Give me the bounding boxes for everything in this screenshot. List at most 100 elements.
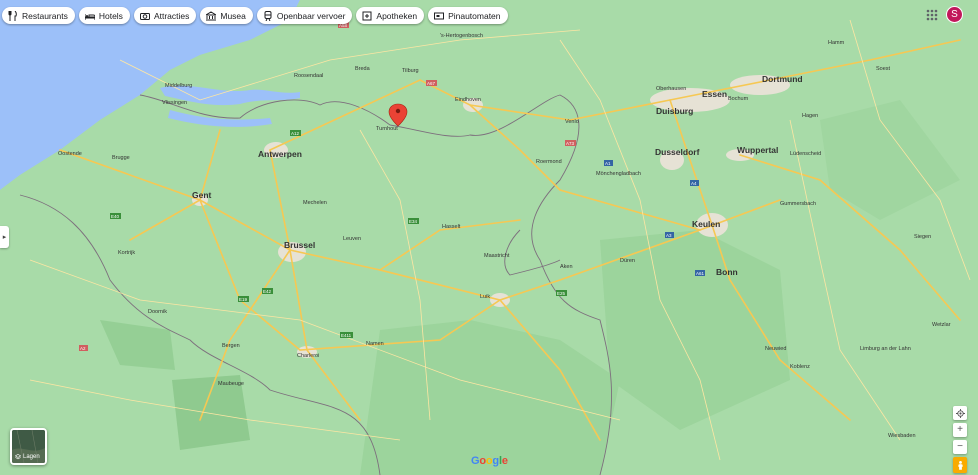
chip-label: Attracties xyxy=(153,10,190,21)
map-controls: + − xyxy=(953,406,967,473)
road-shield-label: E42 xyxy=(263,289,272,294)
avatar-initial: S xyxy=(951,9,958,20)
city-label: Turnhout xyxy=(376,126,398,132)
my-location-button[interactable] xyxy=(953,406,967,420)
chip-restaurants[interactable]: Restaurants xyxy=(2,7,75,24)
city-label: Roermond xyxy=(536,159,562,165)
city-label: Doornik xyxy=(148,309,167,315)
layers-label-row: Lagen xyxy=(15,454,40,460)
city-label: Oostende xyxy=(58,151,82,157)
city-label: Namen xyxy=(366,341,384,347)
city-label: Wiesbaden xyxy=(888,433,916,439)
zoom-in-button[interactable]: + xyxy=(953,423,967,437)
city-label: Siegen xyxy=(914,234,931,240)
city-label: Essen xyxy=(702,89,727,99)
city-label: Dusseldorf xyxy=(655,147,700,157)
map-canvas[interactable]: A58 A67 A73 E34 A12 E40 E19 E42 E411 A4 … xyxy=(0,0,978,475)
camera-icon xyxy=(139,12,150,20)
plus-icon: + xyxy=(957,424,963,435)
city-label: Mechelen xyxy=(303,200,327,206)
chip-atms[interactable]: Pinautomaten xyxy=(428,7,508,24)
fork-knife-icon xyxy=(8,10,17,21)
city-label: Venlo xyxy=(565,119,579,125)
apps-grid-icon[interactable] xyxy=(925,8,939,22)
city-label: Brugge xyxy=(112,155,130,161)
city-label: Vlissingen xyxy=(162,100,187,106)
category-chip-bar: Restaurants Hotels Attracties Musea Open… xyxy=(2,7,508,24)
road-shield-label: A4 xyxy=(691,181,697,186)
road-shield-label: E411 xyxy=(341,333,352,338)
city-label: Bochum xyxy=(728,96,749,102)
city-label: 's-Hertogenbosch xyxy=(440,33,483,39)
minus-icon: − xyxy=(957,441,963,452)
city-label: Dortmund xyxy=(762,74,803,84)
city-label: Hagen xyxy=(802,113,818,119)
city-label: Mönchengladbach xyxy=(596,171,641,177)
road-shield-label: E40 xyxy=(111,214,120,219)
crosshair-icon xyxy=(955,408,965,418)
road-shield-label: A73 xyxy=(566,141,575,146)
city-label: Gummersbach xyxy=(780,201,816,207)
road-shield-label: A61 xyxy=(696,271,705,276)
road-shield-label: A3 xyxy=(666,233,672,238)
road-shield-label: A67 xyxy=(427,81,436,86)
city-label: Middelburg xyxy=(165,83,192,89)
chevron-right-icon: ▸ xyxy=(2,234,7,241)
city-label: Tilburg xyxy=(402,68,419,74)
side-panel-toggle[interactable]: ▸ xyxy=(0,226,9,248)
road-shield-label: A12 xyxy=(291,131,300,136)
city-label: Hamm xyxy=(828,40,845,46)
chip-label: Openbaar vervoer xyxy=(276,10,346,21)
city-label: Bergen xyxy=(222,343,240,349)
city-label: Wuppertal xyxy=(737,145,778,155)
road-shield-label: E25 xyxy=(557,291,566,296)
city-label: Roosendaal xyxy=(294,73,323,79)
chip-hotels[interactable]: Hotels xyxy=(78,7,130,24)
city-label: Düren xyxy=(620,258,635,264)
city-label: Maastricht xyxy=(484,253,510,259)
city-label: Luik xyxy=(480,294,490,300)
chip-transit[interactable]: Openbaar vervoer xyxy=(256,7,353,24)
pegman-icon xyxy=(957,460,963,470)
road-shield-label: A2 xyxy=(80,346,86,351)
city-label: Soest xyxy=(876,66,891,72)
layers-label: Lagen xyxy=(23,454,40,460)
street-view-pegman[interactable] xyxy=(953,457,967,473)
road-shield-label: A1 xyxy=(605,161,611,166)
city-label: Eindhoven xyxy=(455,97,481,103)
google-logo: Google xyxy=(471,455,508,467)
chip-pharmacies[interactable]: Apotheken xyxy=(356,7,425,24)
chip-attractions[interactable]: Attracties xyxy=(133,7,197,24)
road-shield-label: E34 xyxy=(409,219,418,224)
pharmacy-icon xyxy=(362,11,372,20)
bed-icon xyxy=(84,13,95,20)
chip-museums[interactable]: Musea xyxy=(200,7,253,24)
city-label: Aken xyxy=(560,264,573,270)
city-label: Keulen xyxy=(692,219,720,229)
city-label: Antwerpen xyxy=(258,149,302,159)
layers-button[interactable]: Lagen xyxy=(10,428,47,465)
chip-label: Apotheken xyxy=(376,10,418,21)
city-label: Koblenz xyxy=(790,364,810,370)
city-label: Breda xyxy=(355,66,371,72)
city-label: Brussel xyxy=(284,240,315,250)
city-label: Neuwied xyxy=(765,346,786,352)
city-label: Maubeuge xyxy=(218,381,244,387)
chip-label: Musea xyxy=(220,10,246,21)
chip-label: Pinautomaten xyxy=(448,10,501,21)
city-label: Kortrijk xyxy=(118,250,135,256)
account-avatar[interactable]: S xyxy=(946,6,963,23)
city-label: Limburg an der Lahn xyxy=(860,346,911,352)
city-label: Wetzlar xyxy=(932,322,951,328)
layers-icon xyxy=(15,454,21,460)
museum-icon xyxy=(206,10,217,20)
city-label: Hasselt xyxy=(442,224,461,230)
zoom-out-button[interactable]: − xyxy=(953,440,967,454)
city-label: Duisburg xyxy=(656,106,693,116)
city-label: Charleroi xyxy=(297,353,319,359)
chip-label: Restaurants xyxy=(22,10,68,21)
city-label: Leuven xyxy=(343,236,361,242)
city-label: Lüdenscheid xyxy=(790,151,821,157)
city-label: Bonn xyxy=(716,267,738,277)
road-shield-label: E19 xyxy=(239,297,248,302)
